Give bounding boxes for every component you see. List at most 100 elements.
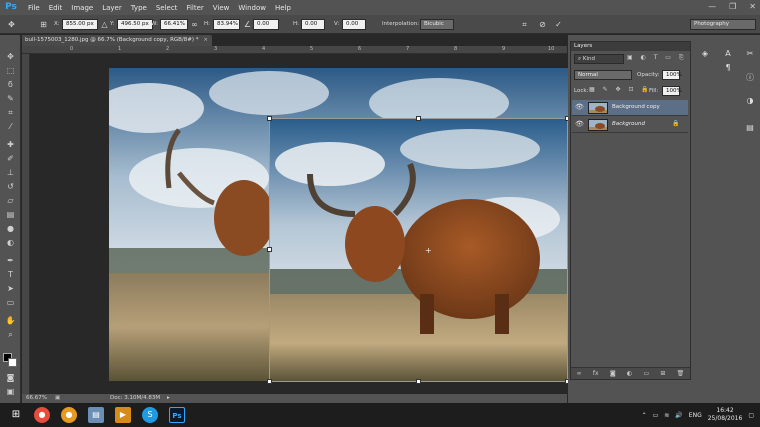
menu-select[interactable]: Select [156,4,178,12]
file-explorer-icon[interactable]: ▤ [88,407,104,423]
layers-panel-icon[interactable]: ◈ [698,48,712,60]
delete-layer-icon[interactable]: 🗑 [677,370,685,377]
menu-filter[interactable]: Filter [186,4,203,12]
tool-presets-icon[interactable]: ✂ [743,48,757,60]
marquee-tool-icon[interactable]: ⬚ [4,65,17,77]
paragraph-panel-icon[interactable]: ¶ [721,62,735,74]
screen-mode-icon[interactable]: ▣ [4,386,17,398]
warp-icon[interactable]: ⌗ [519,19,530,30]
menu-image[interactable]: Image [71,4,93,12]
status-menu-icon[interactable]: ▸ [167,394,170,403]
add-mask-icon[interactable]: ◙ [610,370,616,377]
brush-tool-icon[interactable]: ✐ [4,153,17,165]
maximize-icon[interactable]: ❐ [729,2,736,11]
background-copy-layer[interactable]: + [269,118,568,382]
horizontal-skew-field[interactable]: 0.00 [301,19,325,30]
layer-background-copy[interactable]: 👁 Background copy [572,100,688,116]
layer-filter-select[interactable]: ⌕ Kind [574,54,624,64]
minimize-icon[interactable]: — [708,2,716,11]
layers-tab[interactable]: Layers [571,42,690,51]
layer-name[interactable]: Background copy [612,104,660,110]
clone-stamp-tool-icon[interactable]: ⊥ [4,167,17,179]
healing-brush-tool-icon[interactable]: ✚ [4,139,17,151]
reference-point-icon[interactable]: ⊞ [38,19,49,30]
transform-handle-top-left[interactable] [267,116,272,121]
angle-field[interactable]: 0.00 [253,19,279,30]
x-position-field[interactable]: 855.00 px [62,19,98,30]
visibility-eye-icon[interactable]: 👁 [575,120,584,129]
width-field[interactable]: 66.41% [160,19,188,30]
character-panel-icon[interactable]: A [721,48,735,60]
close-document-icon[interactable]: × [203,35,208,46]
move-tool-preset-icon[interactable]: ✥ [6,19,17,30]
opacity-field[interactable]: 100% [662,70,682,80]
eraser-tool-icon[interactable]: ▱ [4,195,17,207]
gradient-tool-icon[interactable]: ▤ [4,209,17,221]
menu-edit[interactable]: Edit [49,4,63,12]
fill-field[interactable]: 100% [662,86,682,96]
vertical-skew-field[interactable]: 0.00 [342,19,366,30]
media-player-icon[interactable]: ▶ [115,407,131,423]
quick-mask-icon[interactable]: ◙ [4,372,17,384]
pen-tool-icon[interactable]: ✒ [4,255,17,267]
type-tool-icon[interactable]: T [4,269,17,281]
chevron-up-icon[interactable]: ⌃ [642,412,647,419]
menu-file[interactable]: File [28,4,40,12]
layer-background[interactable]: 👁 Background 🔒 [572,117,688,133]
delta-icon[interactable]: △ [99,19,110,30]
transform-handle-bottom-left[interactable] [267,379,272,384]
commit-transform-icon[interactable]: ✓ [553,19,564,30]
clock[interactable]: 16:42 25/08/2016 [708,407,743,423]
visibility-eye-icon[interactable]: 👁 [575,103,584,112]
layer-filter-icons[interactable]: ▣ ◐ T ▭ ⎘ [627,54,687,62]
zoom-tool-icon[interactable]: ⌕ [4,329,17,341]
history-brush-tool-icon[interactable]: ↺ [4,181,17,193]
link-layers-icon[interactable]: ∞ [577,370,582,377]
transform-handle-left[interactable] [267,247,272,252]
skype-icon[interactable]: S [142,407,158,423]
menu-layer[interactable]: Layer [102,4,122,12]
language-indicator[interactable]: ENG [689,412,702,419]
blend-mode-select[interactable]: Normal [574,70,632,80]
new-group-icon[interactable]: ▭ [643,370,649,377]
lock-icons[interactable]: ▦ ✎ ✥ ⊡ 🔒 [589,86,652,93]
network-icon[interactable]: ▭ [653,412,659,419]
interpolation-select[interactable]: Bicubic [420,19,454,30]
adjustment-layer-icon[interactable]: ◐ [627,370,632,377]
menu-window[interactable]: Window [238,4,266,12]
cancel-transform-icon[interactable]: ⊘ [537,19,548,30]
quick-select-tool-icon[interactable]: ✎ [4,93,17,105]
volume-icon[interactable]: 🔊 [675,412,682,419]
close-icon[interactable]: ✕ [749,2,756,11]
notifications-icon[interactable]: ▢ [748,412,754,419]
chrome-icon[interactable]: ● [34,407,50,423]
menu-type[interactable]: Type [131,4,147,12]
status-info-icon[interactable]: ▣ [55,394,60,403]
path-select-tool-icon[interactable]: ➤ [4,283,17,295]
move-tool-icon[interactable]: ✥ [4,51,17,63]
dodge-tool-icon[interactable]: ◐ [4,237,17,249]
wifi-icon[interactable]: ≋ [664,412,669,419]
height-field[interactable]: 83.94% [213,19,240,30]
document-tab[interactable]: bull-1575003_1280.jpg @ 66.7% (Backgroun… [22,35,212,46]
lasso-tool-icon[interactable]: ϭ [4,79,17,91]
transform-handle-bottom[interactable] [416,379,421,384]
workspace-select[interactable]: Photography [690,19,756,30]
adjustments-panel-icon[interactable]: ◑ [743,95,757,107]
new-layer-icon[interactable]: ⊞ [660,370,665,377]
link-icon[interactable]: ∞ [189,19,200,30]
photoshop-taskbar-icon[interactable]: Ps [169,407,185,423]
blur-tool-icon[interactable]: ● [4,223,17,235]
crop-tool-icon[interactable]: ⌗ [4,107,17,119]
zoom-level[interactable]: 66.67% [26,394,47,403]
rectangle-tool-icon[interactable]: ▭ [4,297,17,309]
chrome-canary-icon[interactable]: ● [61,407,77,423]
background-color-swatch[interactable] [8,358,17,367]
info-panel-icon[interactable]: ⓘ [743,72,757,84]
properties-panel-icon[interactable]: ▤ [743,122,757,134]
hand-tool-icon[interactable]: ✋ [4,315,17,327]
y-position-field[interactable]: 496.50 px [117,19,153,30]
layer-name[interactable]: Background [612,121,645,127]
eyedropper-tool-icon[interactable]: ⁄ [4,121,17,133]
menu-help[interactable]: Help [275,4,291,12]
